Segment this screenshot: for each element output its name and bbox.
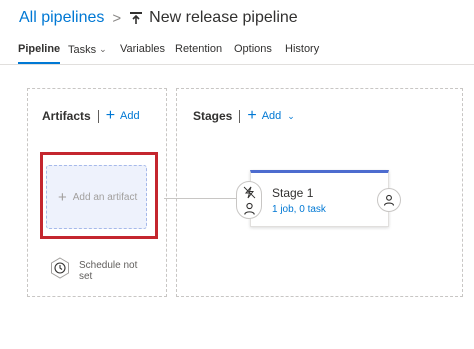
release-pipeline-editor: All pipelines > New release pipeline Pip… (0, 0, 474, 349)
release-pipeline-icon (129, 11, 143, 25)
add-artifact-button[interactable]: + Add (105, 107, 140, 124)
artifacts-header: Artifacts + Add (42, 107, 140, 124)
tab-tasks-label: Tasks (68, 44, 97, 56)
tab-options-label: Options (234, 43, 272, 55)
tab-history-label: History (285, 43, 320, 55)
add-stage-label: Add (261, 110, 282, 122)
plus-icon: + (247, 107, 257, 124)
add-artifact-label: Add (120, 110, 140, 122)
chevron-down-icon: ⌄ (287, 110, 295, 121)
tab-retention-label: Retention (175, 43, 223, 55)
stages-title: Stages (193, 109, 233, 123)
tab-variables-label: Variables (120, 43, 166, 55)
person-approver-icon[interactable] (243, 202, 256, 215)
post-deployment-approver-button[interactable] (377, 188, 401, 212)
plus-icon: + (105, 107, 116, 124)
divider (239, 109, 241, 123)
plus-icon: + (58, 188, 67, 206)
stage-card[interactable]: Stage 1 1 job, 0 task (250, 170, 389, 227)
schedule-label: Schedule not set (79, 260, 138, 282)
tab-history[interactable]: History (285, 42, 319, 64)
tab-variables[interactable]: Variables (120, 42, 165, 64)
tab-pipeline-label: Pipeline (18, 43, 61, 55)
tab-tasks[interactable]: Tasks ⌄ (68, 42, 107, 64)
tab-bar: Pipeline Tasks ⌄ Variables Retention Opti… (0, 38, 474, 65)
page-title: New release pipeline (149, 9, 298, 26)
add-artifact-card[interactable]: + Add an artifact (46, 165, 147, 229)
clock-icon (49, 257, 71, 279)
chevron-down-icon: ⌄ (99, 44, 107, 54)
artifacts-title: Artifacts (42, 109, 91, 123)
divider (97, 109, 99, 123)
tab-pipeline[interactable]: Pipeline (18, 42, 61, 64)
add-artifact-card-label: Add an artifact (72, 191, 138, 203)
stage-name: Stage 1 (272, 186, 314, 200)
schedule-trigger[interactable]: Schedule not set (49, 257, 143, 282)
breadcrumb-all-pipelines[interactable]: All pipelines (19, 9, 104, 27)
breadcrumb-separator: > (112, 9, 122, 27)
pre-deployment-conditions (236, 181, 262, 219)
stage-job-summary[interactable]: 1 job, 0 task (272, 204, 326, 215)
add-stage-button[interactable]: + Add ⌄ (247, 107, 295, 124)
stages-header: Stages + Add ⌄ (193, 107, 295, 124)
tab-options[interactable]: Options (234, 42, 272, 64)
tab-retention[interactable]: Retention (175, 42, 222, 64)
lightning-trigger-icon[interactable] (243, 186, 256, 199)
person-icon (383, 194, 395, 206)
header: All pipelines > New release pipeline (19, 7, 298, 29)
